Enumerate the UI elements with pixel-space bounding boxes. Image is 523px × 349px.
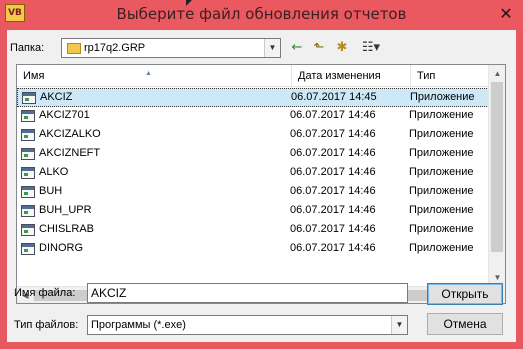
new-folder-icon[interactable]: ✱	[333, 39, 351, 57]
file-type: Приложение	[409, 128, 474, 140]
up-folder-icon[interactable]: ⬑	[310, 39, 328, 57]
file-type: Приложение	[409, 147, 474, 159]
column-header-type[interactable]: Тип	[411, 65, 489, 87]
application-icon	[21, 148, 35, 160]
file-type: Приложение	[409, 242, 474, 254]
vertical-scroll-thumb[interactable]	[491, 82, 503, 252]
file-row[interactable]: AKCIZALKO 06.07.2017 14:46 Приложение	[17, 126, 489, 145]
file-date: 06.07.2017 14:46	[290, 185, 376, 197]
chevron-down-icon[interactable]: ▼	[391, 316, 407, 334]
application-icon	[21, 243, 35, 255]
chevron-down-icon[interactable]: ▼	[264, 39, 280, 57]
sort-ascending-icon: ▲	[145, 70, 152, 77]
folder-icon	[67, 43, 81, 54]
dialog-title: Выберите файл обновления отчетов	[116, 5, 407, 23]
title-bar[interactable]: VB Выберите файл обновления отчетов ✕	[0, 0, 523, 30]
file-row[interactable]: BUH 06.07.2017 14:46 Приложение	[17, 183, 489, 202]
open-button[interactable]: Открыть	[427, 283, 503, 305]
dialog-body: Папка: rp17q2.GRP ▼ ← ⬑ ✱ ☷▾ Имя ▲ Дата …	[7, 30, 516, 342]
file-date: 06.07.2017 14:46	[290, 242, 376, 254]
filetype-label: Тип файлов:	[14, 319, 79, 331]
application-icon	[21, 167, 35, 179]
file-name: ALKO	[39, 166, 69, 178]
file-type: Приложение	[409, 204, 474, 216]
file-open-dialog: VB Выберите файл обновления отчетов ✕ Па…	[0, 0, 523, 349]
application-icon	[21, 110, 35, 122]
view-menu-icon[interactable]: ☷▾	[357, 39, 385, 57]
lookin-value: rp17q2.GRP	[84, 42, 146, 54]
file-name: CHISLRAB	[39, 223, 95, 235]
file-row[interactable]: AKCIZNEFT 06.07.2017 14:46 Приложение	[17, 145, 489, 164]
mouse-cursor-icon	[186, 0, 192, 6]
file-date: 06.07.2017 14:46	[290, 166, 376, 178]
back-arrow-icon[interactable]: ←	[288, 39, 306, 57]
file-row[interactable]: BUH_UPR 06.07.2017 14:46 Приложение	[17, 202, 489, 221]
cancel-button[interactable]: Отмена	[427, 313, 503, 335]
file-type: Приложение	[409, 109, 474, 121]
filename-label: Имя файла:	[14, 287, 76, 299]
file-name: AKCIZ701	[39, 109, 90, 121]
close-button[interactable]: ✕	[495, 4, 517, 24]
file-row[interactable]: AKCIZ701 06.07.2017 14:46 Приложение	[17, 107, 489, 126]
column-header-name[interactable]: Имя ▲	[17, 65, 292, 87]
application-icon	[21, 129, 35, 141]
file-name: BUH_UPR	[39, 204, 92, 216]
filetype-value: Программы (*.exe)	[91, 319, 186, 331]
file-type: Приложение	[409, 223, 474, 235]
file-list[interactable]: Имя ▲ Дата изменения Тип AKCIZ 06.07.2017…	[16, 64, 506, 304]
file-date: 06.07.2017 14:46	[290, 147, 376, 159]
file-name: AKCIZ	[40, 91, 73, 103]
application-icon	[21, 224, 35, 236]
column-header-date[interactable]: Дата изменения	[292, 65, 411, 87]
file-name: AKCIZALKO	[39, 128, 101, 140]
scroll-up-icon[interactable]: ▲	[489, 65, 506, 82]
file-name: DINORG	[39, 242, 83, 254]
file-type: Приложение	[409, 166, 474, 178]
filetype-combo[interactable]: Программы (*.exe) ▼	[87, 315, 408, 335]
file-type: Приложение	[409, 185, 474, 197]
file-name: BUH	[39, 185, 63, 197]
lookin-combo[interactable]: rp17q2.GRP ▼	[61, 38, 281, 58]
lookin-label: Папка:	[10, 42, 45, 54]
filename-input[interactable]	[87, 283, 408, 303]
application-icon	[21, 205, 35, 217]
file-row[interactable]: CHISLRAB 06.07.2017 14:46 Приложение	[17, 221, 489, 240]
file-row[interactable]: ALKO 06.07.2017 14:46 Приложение	[17, 164, 489, 183]
application-icon	[21, 186, 35, 198]
file-date: 06.07.2017 14:46	[290, 204, 376, 216]
file-date: 06.07.2017 14:46	[290, 223, 376, 235]
application-icon	[22, 92, 36, 104]
file-type: Приложение	[410, 91, 475, 103]
vertical-scrollbar[interactable]: ▲ ▼	[488, 65, 505, 286]
list-header: Имя ▲ Дата изменения Тип	[17, 65, 489, 87]
file-name: AKCIZNEFT	[39, 147, 101, 159]
file-date: 06.07.2017 14:46	[290, 128, 376, 140]
file-row[interactable]: DINORG 06.07.2017 14:46 Приложение	[17, 240, 489, 259]
file-row[interactable]: AKCIZ 06.07.2017 14:45 Приложение	[17, 88, 489, 107]
file-date: 06.07.2017 14:46	[290, 109, 376, 121]
file-date: 06.07.2017 14:45	[291, 91, 377, 103]
